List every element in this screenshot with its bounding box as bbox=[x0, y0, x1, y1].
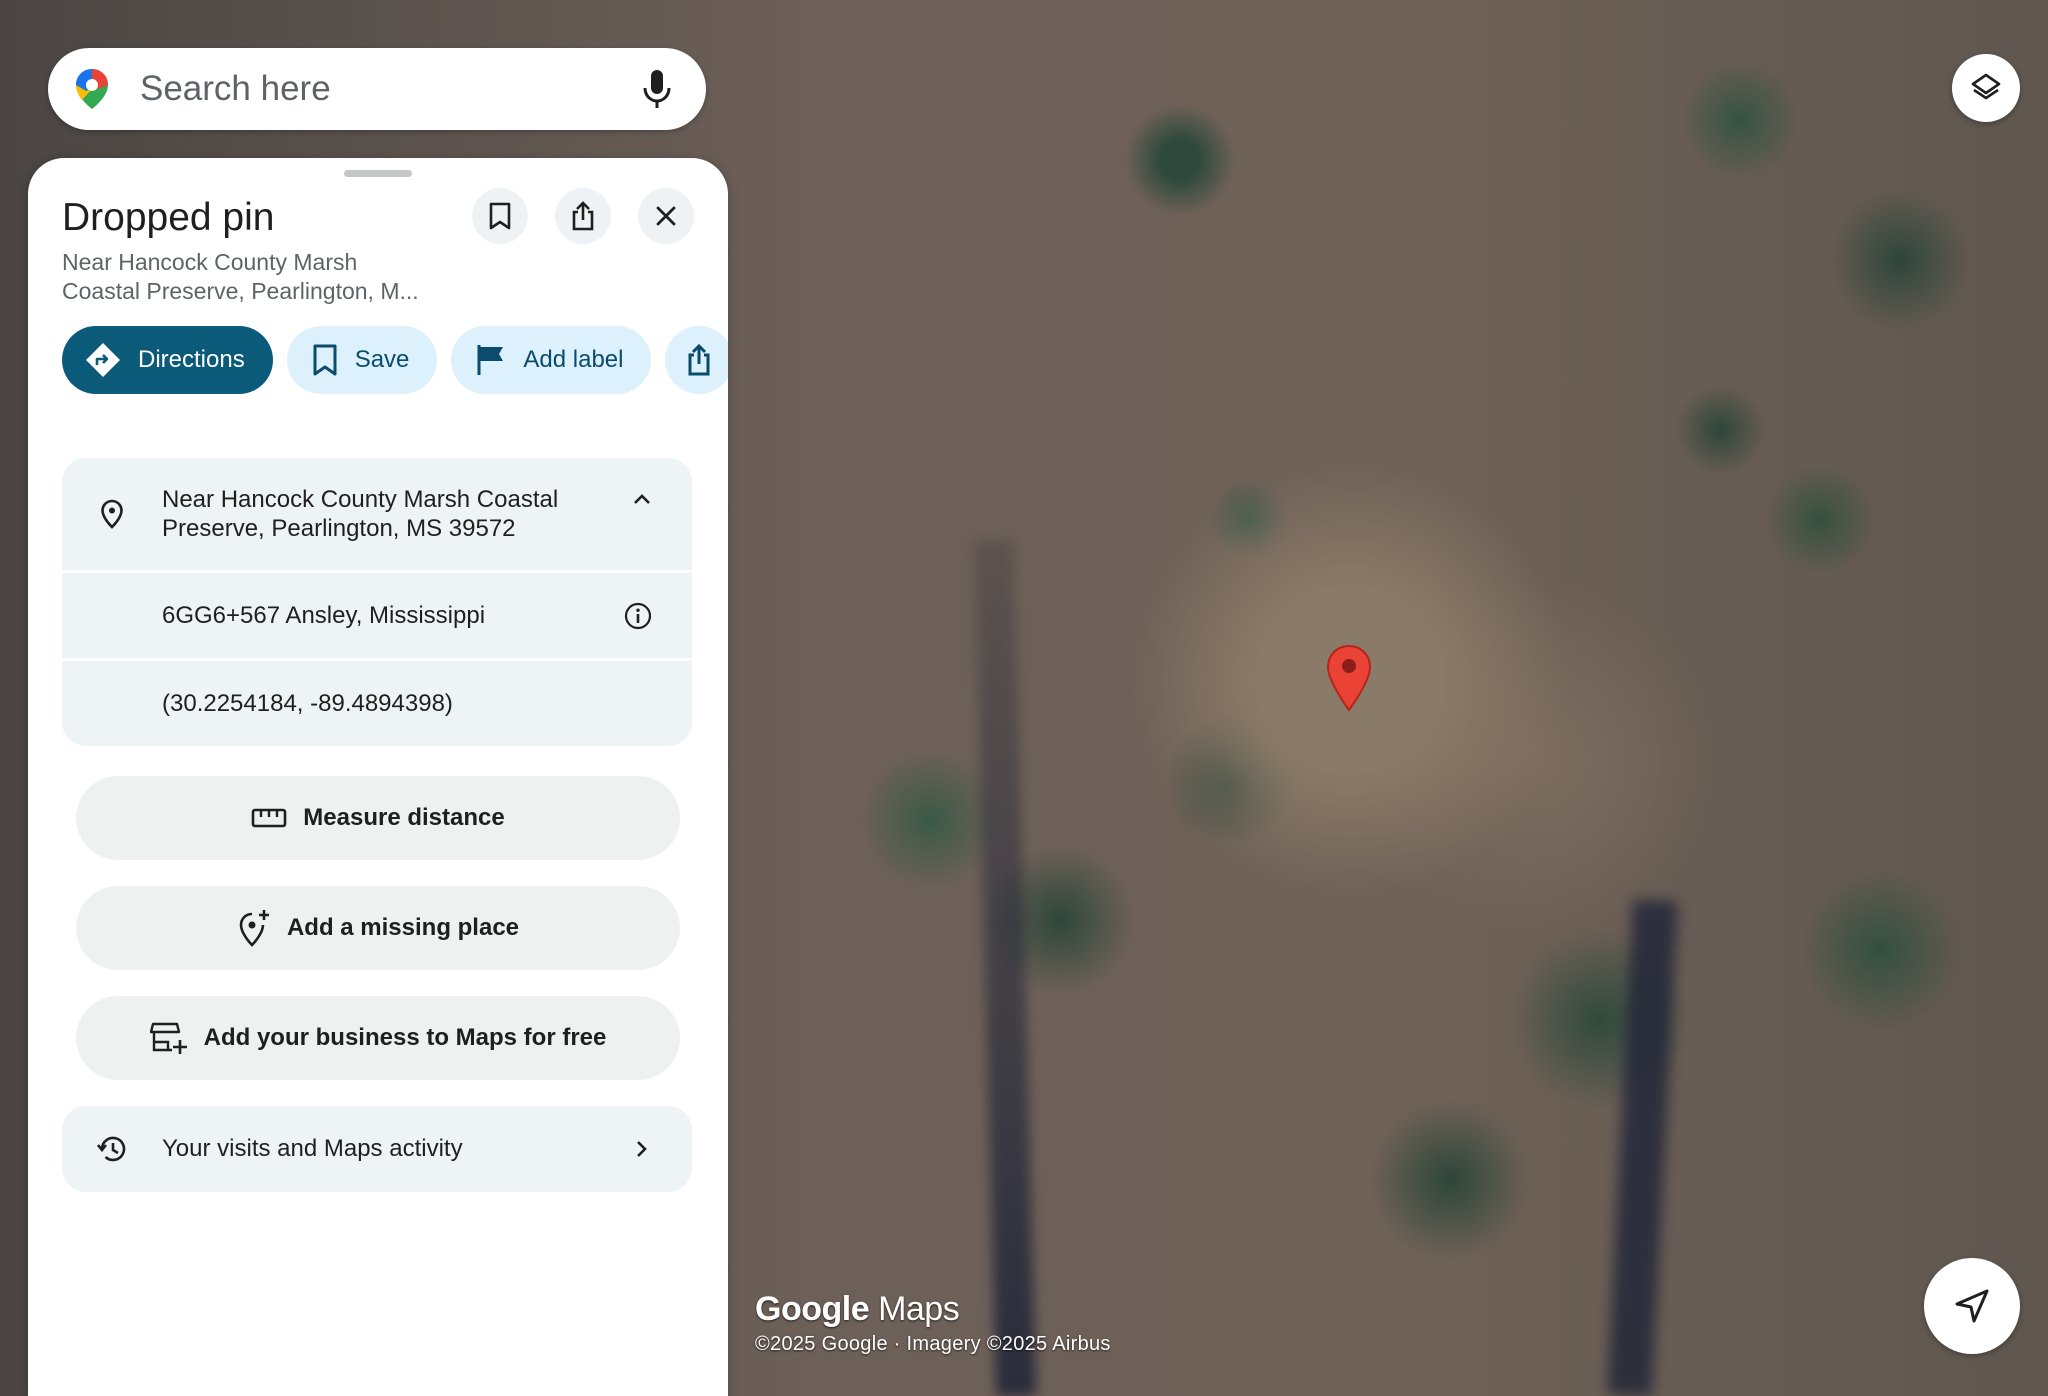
address-row[interactable]: Near Hancock County Marsh Coastal Preser… bbox=[62, 458, 692, 570]
coordinates-row[interactable]: (30.2254184, -89.4894398) bbox=[62, 661, 692, 746]
microphone-icon[interactable] bbox=[640, 68, 674, 110]
place-subtitle: Near Hancock County Marsh Coastal Preser… bbox=[62, 249, 419, 304]
search-input[interactable]: Search here bbox=[140, 69, 640, 109]
add-location-icon bbox=[239, 910, 269, 947]
action-chips: Directions Save Add label bbox=[62, 326, 728, 394]
google-maps-wordmark: Google Maps bbox=[755, 1290, 960, 1328]
place-title: Dropped pin bbox=[62, 196, 275, 239]
flag-icon bbox=[477, 345, 504, 375]
plus-code: 6GG6+567 Ansley, Mississippi bbox=[162, 602, 486, 629]
location-pin-icon bbox=[101, 499, 123, 529]
place-details-panel: Dropped pin Near Hancock County Marsh Co… bbox=[28, 158, 728, 1396]
google-maps-logo-icon bbox=[76, 69, 108, 109]
save-button[interactable]: Save bbox=[286, 326, 438, 394]
bookmark-icon bbox=[489, 202, 511, 230]
share-button[interactable] bbox=[555, 188, 611, 244]
bookmark-button[interactable] bbox=[472, 188, 528, 244]
map-attribution: Google Maps ©2025 Google · Imagery ©2025… bbox=[755, 1290, 1111, 1356]
ruler-icon bbox=[251, 808, 287, 828]
chevron-up-icon[interactable] bbox=[632, 492, 652, 506]
my-location-button[interactable] bbox=[1924, 1258, 2020, 1354]
bookmark-icon bbox=[313, 344, 337, 376]
map-layers-button[interactable] bbox=[1952, 54, 2020, 122]
imagery-copyright: ©2025 Google · Imagery ©2025 Airbus bbox=[755, 1333, 1111, 1355]
share-icon bbox=[688, 343, 710, 376]
add-label-button[interactable]: Add label bbox=[451, 326, 652, 394]
history-icon bbox=[96, 1136, 126, 1162]
search-bar[interactable]: Search here bbox=[48, 48, 706, 130]
full-address: Near Hancock County Marsh Coastal Preser… bbox=[162, 486, 559, 542]
info-icon[interactable] bbox=[624, 602, 652, 630]
visits-activity-row[interactable]: Your visits and Maps activity bbox=[62, 1106, 692, 1192]
add-business-button[interactable]: Add your business to Maps for free bbox=[76, 996, 680, 1080]
measure-distance-button[interactable]: Measure distance bbox=[76, 776, 680, 860]
share-chip-button[interactable] bbox=[665, 326, 728, 394]
plus-code-row[interactable]: 6GG6+567 Ansley, Mississippi bbox=[62, 573, 692, 658]
share-icon bbox=[572, 201, 594, 231]
dropped-pin-marker-icon[interactable] bbox=[1326, 644, 1372, 712]
layers-icon bbox=[1971, 73, 2001, 100]
add-business-icon bbox=[149, 1022, 187, 1054]
navigation-arrow-icon bbox=[1955, 1289, 1989, 1323]
drag-handle[interactable] bbox=[344, 170, 412, 177]
add-missing-place-button[interactable]: Add a missing place bbox=[76, 886, 680, 970]
close-button[interactable] bbox=[638, 188, 694, 244]
chevron-right-icon bbox=[637, 1141, 647, 1157]
location-details-card: Near Hancock County Marsh Coastal Preser… bbox=[62, 458, 692, 746]
close-icon bbox=[656, 206, 676, 226]
directions-icon bbox=[86, 343, 120, 377]
directions-button[interactable]: Directions bbox=[62, 326, 273, 394]
coordinates: (30.2254184, -89.4894398) bbox=[162, 690, 453, 717]
